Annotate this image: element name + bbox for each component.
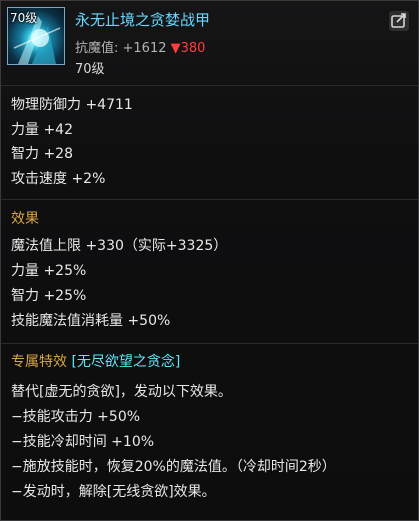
- base-stat-line: 智力 +28: [11, 146, 73, 162]
- effects-heading: 效果: [11, 211, 39, 227]
- divider: [1, 343, 418, 344]
- effect-line: 智力 +25%: [11, 288, 87, 304]
- resistance-value: 抗魔值: +1612: [75, 41, 167, 56]
- base-stat-line: 物理防御力 +4711: [11, 97, 133, 113]
- base-stat-line: 攻击速度 +2%: [11, 171, 106, 187]
- effect-line: 力量 +25%: [11, 263, 87, 279]
- special-effect-line: −技能冷却时间 +10%: [11, 434, 155, 450]
- special-effect-header: 专属特效 [无尽欲望之贪念]: [11, 351, 180, 371]
- item-level: 70级: [75, 62, 105, 77]
- tooltip-header: 70级 永无止境之贪婪战甲 抗魔值: +1612 ▼380 70级: [1, 1, 418, 80]
- icon-level-badge: 70级: [10, 11, 38, 25]
- special-effect-line: 替代[虚无的贪欲]，发动以下效果。: [11, 384, 232, 400]
- armor-item-icon: 70级: [7, 7, 65, 65]
- item-name: 永无止境之贪婪战甲: [75, 11, 211, 29]
- item-tooltip: 70级 永无止境之贪婪战甲 抗魔值: +1612 ▼380 70级 物理防御力 …: [0, 0, 419, 521]
- share-icon: [391, 13, 406, 28]
- special-effect-line: −施放技能时，恢复20%的魔法值。（冷却时间2秒）: [11, 459, 336, 475]
- special-effect-line: −技能攻击力 +50%: [11, 409, 141, 425]
- divider: [1, 199, 418, 200]
- special-effect-name: [无尽欲望之贪念]: [71, 354, 181, 370]
- base-stat-line: 力量 +42: [11, 122, 73, 138]
- special-effect-line: −发动时，解除[无线贪欲]效果。: [11, 484, 216, 500]
- effect-line: 技能魔法值消耗量 +50%: [11, 313, 171, 329]
- divider: [1, 85, 418, 86]
- effect-line: 魔法值上限 +330（实际+3325）: [11, 238, 228, 254]
- share-button[interactable]: [389, 11, 409, 31]
- resistance-row: 抗魔值: +1612 ▼380: [75, 37, 205, 56]
- special-effect-heading: 专属特效: [11, 354, 67, 370]
- resistance-delta: ▼380: [170, 41, 206, 56]
